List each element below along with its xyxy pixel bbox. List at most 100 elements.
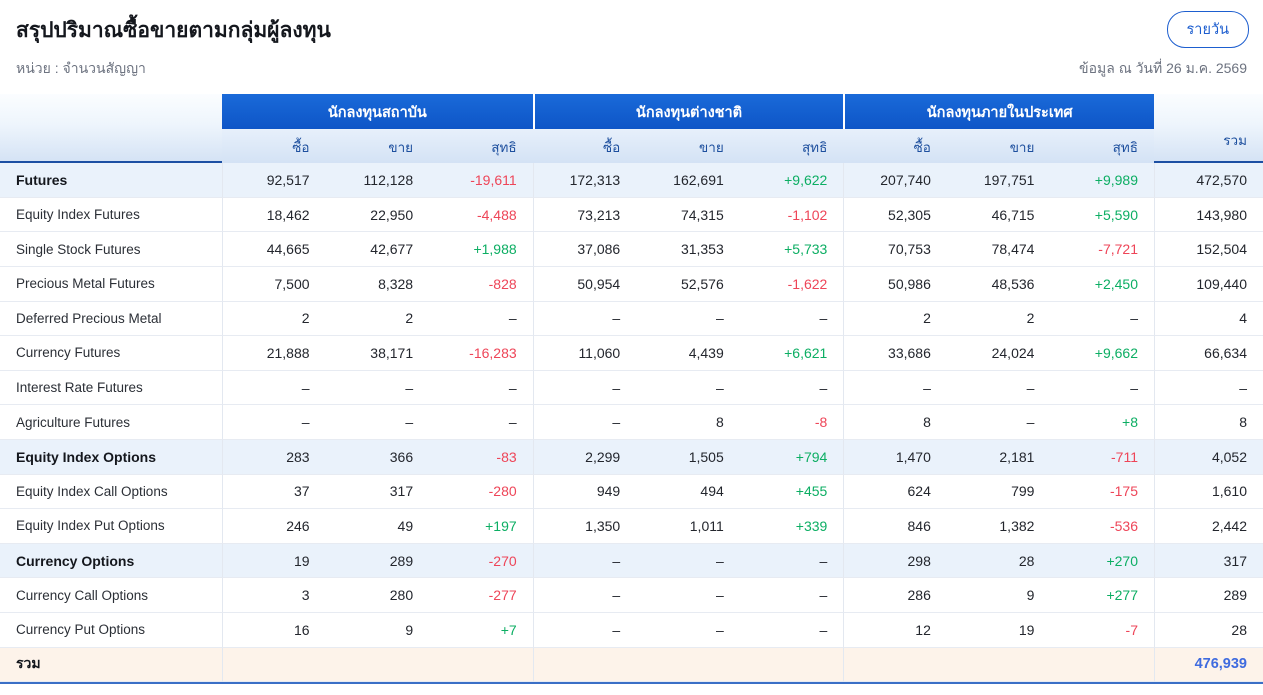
value-cell: -277 xyxy=(429,578,533,613)
value-cell: – xyxy=(532,612,637,648)
value-cell: – xyxy=(946,405,1051,440)
value-cell: 1,505 xyxy=(636,439,740,475)
column-header-total: รวม xyxy=(1154,94,1263,164)
total-cell: 66,634 xyxy=(1154,336,1263,371)
value-cell: 19 xyxy=(946,612,1051,648)
value-cell: 1,382 xyxy=(946,509,1051,544)
column-header-net: สุทธิ xyxy=(739,128,844,168)
value-cell: -4,488 xyxy=(429,197,533,233)
value-cell: 74,315 xyxy=(636,197,740,233)
value-cell: 11,060 xyxy=(532,336,637,371)
value-cell: 280 xyxy=(325,578,430,613)
page-title: สรุปปริมาณซื้อขายตามกลุ่มผู้ลงทุน xyxy=(16,19,331,42)
value-cell: – xyxy=(532,301,637,337)
value-cell: +270 xyxy=(1050,543,1154,579)
value-cell: +455 xyxy=(739,474,844,510)
value-cell xyxy=(843,647,947,683)
group-header-foreign: นักลงทุนต่างชาติ xyxy=(532,94,844,131)
value-cell xyxy=(325,647,430,683)
daily-period-button[interactable]: รายวัน xyxy=(1166,11,1249,48)
total-cell: 472,570 xyxy=(1154,163,1263,198)
value-cell: 52,305 xyxy=(843,197,947,233)
value-cell: +339 xyxy=(739,509,844,544)
value-cell: – xyxy=(222,405,326,440)
value-cell: 22,950 xyxy=(325,197,430,233)
value-cell: 42,677 xyxy=(325,232,430,267)
value-cell: +1,988 xyxy=(429,232,533,267)
group-header-institution: นักลงทุนสถาบัน xyxy=(222,94,533,131)
value-cell: – xyxy=(739,612,844,648)
value-cell: 494 xyxy=(636,474,740,510)
value-cell: 366 xyxy=(325,439,430,475)
value-cell xyxy=(739,647,844,683)
row-label: Currency Futures xyxy=(0,336,222,371)
column-header-sell: ขาย xyxy=(636,128,740,168)
value-cell: 46,715 xyxy=(946,197,1051,233)
value-cell: 28 xyxy=(946,543,1051,579)
table-corner-cell xyxy=(0,94,222,164)
value-cell: 9 xyxy=(946,578,1051,613)
total-cell: 109,440 xyxy=(1154,266,1263,302)
column-header-net: สุทธิ xyxy=(1050,128,1154,168)
value-cell: – xyxy=(222,370,326,406)
value-cell: 44,665 xyxy=(222,232,326,267)
column-header-buy: ซื้อ xyxy=(843,128,947,168)
value-cell: +5,590 xyxy=(1050,197,1154,233)
value-cell: 31,353 xyxy=(636,232,740,267)
value-cell: – xyxy=(532,405,637,440)
value-cell xyxy=(636,647,740,683)
total-cell: 1,610 xyxy=(1154,474,1263,510)
group-header-domestic: นักลงทุนภายในประเทศ xyxy=(843,94,1154,131)
value-cell: 38,171 xyxy=(325,336,430,371)
value-cell: -536 xyxy=(1050,509,1154,544)
value-cell: 73,213 xyxy=(532,197,637,233)
unit-label: หน่วย : จำนวนสัญญา xyxy=(16,60,146,76)
value-cell: 207,740 xyxy=(843,163,947,198)
value-cell: 50,986 xyxy=(843,266,947,302)
value-cell: 799 xyxy=(946,474,1051,510)
value-cell: 9 xyxy=(325,612,430,648)
value-cell: 33,686 xyxy=(843,336,947,371)
value-cell: 246 xyxy=(222,509,326,544)
value-cell: -175 xyxy=(1050,474,1154,510)
value-cell: -83 xyxy=(429,439,533,475)
value-cell: 70,753 xyxy=(843,232,947,267)
value-cell xyxy=(532,647,637,683)
row-label: Agriculture Futures xyxy=(0,405,222,440)
value-cell: -1,102 xyxy=(739,197,844,233)
value-cell: – xyxy=(636,612,740,648)
value-cell: – xyxy=(636,370,740,406)
row-label: Equity Index Futures xyxy=(0,197,222,233)
value-cell: – xyxy=(325,370,430,406)
total-cell: 289 xyxy=(1154,578,1263,613)
value-cell: – xyxy=(532,543,637,579)
row-label: Interest Rate Futures xyxy=(0,370,222,406)
value-cell: 317 xyxy=(325,474,430,510)
value-cell: – xyxy=(429,370,533,406)
value-cell: – xyxy=(429,405,533,440)
value-cell: -270 xyxy=(429,543,533,579)
value-cell: 8 xyxy=(636,405,740,440)
value-cell: 16 xyxy=(222,612,326,648)
row-label: Single Stock Futures xyxy=(0,232,222,267)
total-cell: 152,504 xyxy=(1154,232,1263,267)
row-label: Deferred Precious Metal xyxy=(0,301,222,337)
value-cell: – xyxy=(739,301,844,337)
value-cell: – xyxy=(636,301,740,337)
value-cell: 2 xyxy=(222,301,326,337)
value-cell: 162,691 xyxy=(636,163,740,198)
value-cell: 2,299 xyxy=(532,439,637,475)
value-cell xyxy=(1050,647,1154,683)
value-cell: – xyxy=(532,578,637,613)
value-cell: +5,733 xyxy=(739,232,844,267)
value-cell: -16,283 xyxy=(429,336,533,371)
column-header-buy: ซื้อ xyxy=(532,128,637,168)
value-cell xyxy=(429,647,533,683)
column-header-sell: ขาย xyxy=(946,128,1051,168)
value-cell: – xyxy=(1050,301,1154,337)
value-cell: – xyxy=(636,543,740,579)
value-cell xyxy=(946,647,1051,683)
total-cell: 2,442 xyxy=(1154,509,1263,544)
total-cell: 317 xyxy=(1154,543,1263,579)
page-header: สรุปปริมาณซื้อขายตามกลุ่มผู้ลงทุน รายวัน… xyxy=(0,0,1263,94)
